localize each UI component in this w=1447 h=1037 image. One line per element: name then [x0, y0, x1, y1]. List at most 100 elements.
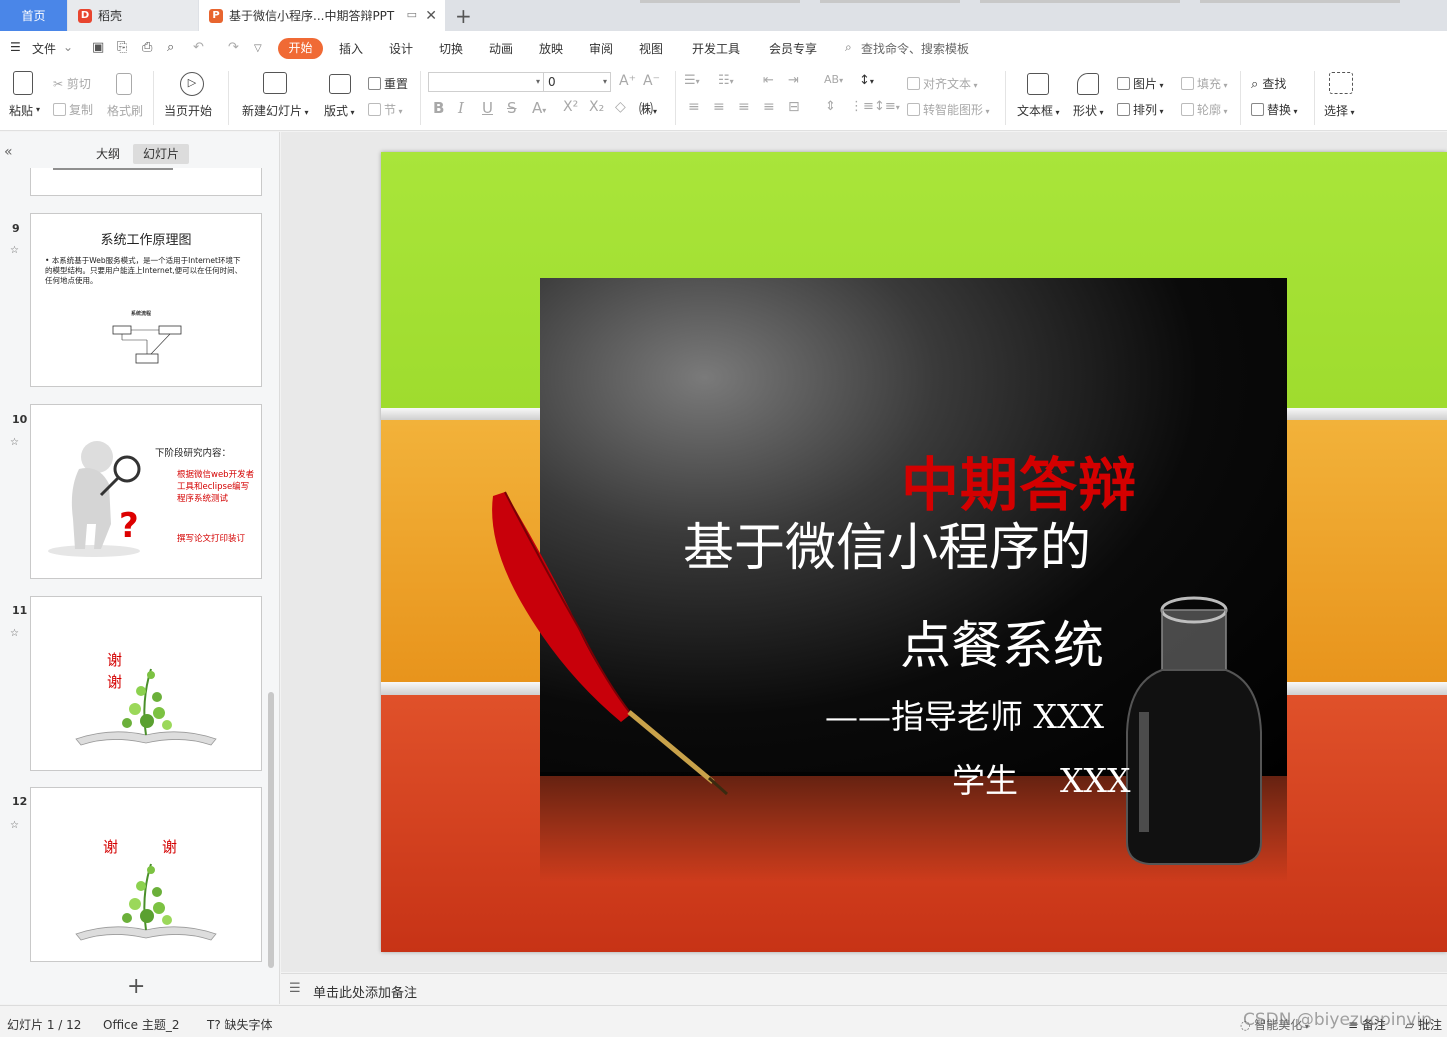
window-icon[interactable]: ▭ [407, 8, 417, 21]
redo-icon[interactable]: ↷ [228, 40, 239, 55]
bold-icon[interactable]: B [433, 99, 444, 117]
new-slide-icon[interactable] [263, 72, 287, 94]
play-icon[interactable]: ▷ [180, 72, 204, 96]
outline-button[interactable]: 轮廓 ▾ [1181, 101, 1228, 118]
tab-docer[interactable]: D 稻壳 [68, 0, 198, 31]
subscript-icon[interactable]: X₂ [589, 99, 604, 115]
chevron-down-icon[interactable]: ▾ [36, 105, 40, 114]
menu-home[interactable]: 开始 [278, 38, 323, 59]
layout-icon[interactable] [329, 74, 351, 94]
slide-thumbnail-11[interactable]: 谢谢 [30, 596, 262, 771]
slide-title-line1[interactable]: 基于微信小程序的 [683, 506, 1123, 580]
slide-thumbnail-9[interactable]: 系统工作原理图 • 本系统基于Web服务模式，是一个适用于Internet环境下… [30, 213, 262, 387]
save-icon[interactable]: ▣ [92, 40, 104, 55]
clear-format-icon[interactable]: ◇ [615, 99, 626, 115]
menu-view[interactable]: 视图 [639, 40, 663, 57]
font-color-icon[interactable]: A▾ [532, 99, 546, 117]
menu-design[interactable]: 设计 [389, 40, 413, 57]
select-icon[interactable] [1329, 72, 1353, 94]
smartart-button[interactable]: 转智能图形 ▾ [907, 101, 990, 118]
print-icon[interactable]: ⎙ [142, 40, 152, 55]
slide-advisor[interactable]: ——指导老师 XXX [825, 690, 1125, 738]
paste-button[interactable]: 粘贴 [9, 102, 33, 119]
decrease-indent-icon[interactable]: ⇤ [763, 73, 774, 88]
print-preview-icon[interactable]: ⌕ [167, 40, 174, 55]
italic-icon[interactable]: I [458, 99, 464, 117]
menu-developer[interactable]: 开发工具 [692, 40, 740, 57]
slide-thumbnail[interactable] [30, 168, 262, 196]
font-grow-icon[interactable]: A⁺ [619, 73, 636, 89]
command-search[interactable]: 查找命令、搜索模板 [861, 40, 969, 57]
menu-transition[interactable]: 切换 [439, 40, 463, 57]
menu-file[interactable]: 文件 [32, 40, 56, 57]
menu-slideshow[interactable]: 放映 [539, 40, 563, 57]
find-button[interactable]: ⌕ 查找 [1251, 75, 1286, 92]
replace-button[interactable]: 替换 ▾ [1251, 101, 1298, 118]
picture-button[interactable]: 图片 ▾ [1117, 75, 1164, 92]
shape-button[interactable]: 形状 ▾ [1073, 102, 1104, 119]
line-spacing-icon[interactable]: ↕▾ [859, 73, 874, 88]
fill-button[interactable]: 填充 ▾ [1181, 75, 1228, 92]
slide-student[interactable]: 学生 XXX [952, 754, 1132, 802]
shape-icon[interactable] [1077, 73, 1099, 95]
close-icon[interactable]: ✕ [425, 8, 437, 24]
format-painter-button[interactable]: 格式刷 [107, 102, 143, 119]
tab-home[interactable]: 首页 [0, 0, 67, 31]
paragraph-spacing-icon[interactable]: ↕≡▾ [874, 99, 900, 114]
align-center-icon[interactable]: ≡ [713, 99, 725, 115]
play-from-current-button[interactable]: 当页开始 [164, 102, 212, 119]
slide-thumbnail-12[interactable]: 谢 谢 [30, 787, 262, 962]
font-shrink-icon[interactable]: A⁻ [643, 73, 660, 89]
notes-placeholder[interactable]: 单击此处添加备注 [313, 982, 417, 1001]
textbox-button[interactable]: 文本框 ▾ [1017, 102, 1060, 119]
menu-member[interactable]: 会员专享 [769, 40, 817, 57]
arrange-button[interactable]: 排列 ▾ [1117, 101, 1164, 118]
reset-button[interactable]: 重置 [368, 75, 408, 92]
numbered-list-icon[interactable]: ☷▾ [718, 73, 734, 88]
paste-icon[interactable] [13, 71, 33, 95]
menu-review[interactable]: 审阅 [589, 40, 613, 57]
column-icon[interactable]: ⋮≡ [850, 99, 874, 114]
new-slide-button[interactable]: 新建幻灯片 ▾ [242, 102, 309, 119]
section-button[interactable]: 节 ▾ [368, 101, 403, 118]
collapse-panel-icon[interactable]: « [4, 144, 13, 160]
add-slide-icon[interactable]: + [127, 974, 145, 999]
select-button[interactable]: 选择 ▾ [1324, 102, 1355, 119]
font-size-field[interactable]: 0 ▾ [543, 72, 611, 92]
bullet-list-icon[interactable]: ☰▾ [684, 73, 700, 88]
thumbnail-scrollbar[interactable] [268, 692, 274, 968]
align-text-button[interactable]: 对齐文本 ▾ [907, 75, 978, 92]
underline-icon[interactable]: U [482, 99, 493, 117]
textbox-icon[interactable] [1027, 73, 1049, 95]
copy-button[interactable]: 复制 [53, 101, 93, 118]
tab-slides[interactable]: 幻灯片 [133, 144, 189, 164]
cut-button[interactable]: ✂ 剪切 [53, 75, 91, 92]
slide-thumbnail-10[interactable]: ? 下阶段研究内容： 根据微信web开发者工具和eclipse编写程序系统测试 … [30, 404, 262, 579]
current-slide[interactable]: 中期答辩 基于微信小程序的 点餐系统 ——指导老师 XXX 学生 XXX [381, 152, 1447, 952]
export-pdf-icon[interactable]: ⎘ [117, 40, 127, 55]
missing-font-button[interactable]: T? 缺失字体 [207, 1016, 273, 1033]
superscript-icon[interactable]: X² [563, 99, 578, 115]
chevron-down-icon[interactable]: ⌄ [63, 40, 73, 54]
slide-title-line2[interactable]: 点餐系统 [900, 604, 1120, 678]
align-left-icon[interactable]: ≡ [688, 99, 700, 115]
justify-icon[interactable]: ≡ [763, 99, 775, 115]
format-painter-icon[interactable] [116, 73, 132, 95]
phonetic-icon[interactable]: ㈱▾ [639, 99, 657, 119]
menu-animation[interactable]: 动画 [489, 40, 513, 57]
strikethrough-icon[interactable]: S [507, 99, 517, 117]
undo-icon[interactable]: ↶ [193, 40, 204, 55]
customize-icon[interactable]: ▽ [254, 43, 262, 54]
vertical-align-icon[interactable]: ⇕ [825, 99, 836, 114]
align-right-icon[interactable]: ≡ [738, 99, 750, 115]
hamburger-icon[interactable]: ☰ [10, 40, 21, 54]
font-name-field[interactable]: ▾ [428, 72, 544, 92]
distribute-icon[interactable]: ⊟ [788, 99, 800, 115]
menu-insert[interactable]: 插入 [339, 40, 363, 57]
increase-indent-icon[interactable]: ⇥ [788, 73, 799, 88]
add-tab-icon[interactable]: + [455, 4, 472, 28]
text-direction-icon[interactable]: AB▾ [824, 73, 843, 86]
tab-outline[interactable]: 大纲 [88, 144, 128, 164]
layout-button[interactable]: 版式 ▾ [324, 102, 355, 119]
notes-pane[interactable]: ☰ 单击此处添加备注 [281, 973, 1447, 1004]
